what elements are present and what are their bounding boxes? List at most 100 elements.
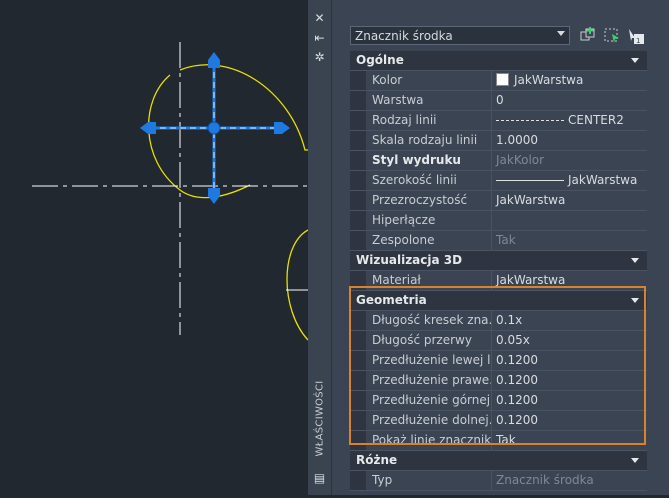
close-icon[interactable]: ✕ <box>308 10 331 26</box>
drawing-canvas[interactable] <box>0 0 309 495</box>
property-value-text: 1.0000 <box>496 133 538 147</box>
property-label: Przedłużenie górnej... <box>366 391 492 410</box>
toggle-pickadd-icon[interactable]: 1 <box>626 26 646 46</box>
row-gutter <box>350 71 366 90</box>
center-grip[interactable] <box>207 121 221 135</box>
property-row[interactable]: Przedłużenie lewej l... 0.1200 <box>350 351 647 371</box>
palette-menu-icon[interactable]: ▤ <box>308 470 331 486</box>
property-row[interactable]: Styl wydruku JakKolor <box>350 151 647 171</box>
section-title: Geometria <box>356 293 427 307</box>
property-value[interactable]: 0.1x <box>492 311 647 330</box>
section-title: Wizualizacja 3D <box>356 253 463 267</box>
property-value[interactable]: JakWarstwa <box>492 271 647 290</box>
linetype-preview <box>496 120 564 121</box>
property-value[interactable]: 0.05x <box>492 331 647 350</box>
property-value-text: JakWarstwa <box>514 73 584 87</box>
object-type-dropdown[interactable]: Znacznik środka <box>350 26 570 45</box>
property-row[interactable]: Przedłużenie dolnej... 0.1200 <box>350 411 647 431</box>
property-value[interactable]: JakWarstwa <box>492 71 647 90</box>
property-row[interactable]: Skala rodzaju linii 1.0000 <box>350 131 647 151</box>
property-value[interactable]: CENTER2 <box>492 111 647 130</box>
property-row[interactable]: Typ Znacznik środka <box>350 471 647 491</box>
property-value[interactable]: JakKolor <box>492 151 647 170</box>
property-value-text: JakWarstwa <box>496 273 566 287</box>
property-label: Długość przerwy <box>366 331 492 350</box>
property-label: Pokaż linie znacznika <box>366 431 492 450</box>
property-row[interactable]: Długość kresek zna... 0.1x <box>350 311 647 331</box>
grip-bottom[interactable] <box>208 188 220 204</box>
property-label: Przedłużenie dolnej... <box>366 411 492 430</box>
row-gutter <box>350 111 366 130</box>
property-value[interactable]: JakWarstwa <box>492 171 647 190</box>
property-row[interactable]: Przezroczystość JakWarstwa <box>350 191 647 211</box>
linetype-preview <box>496 180 564 181</box>
section-title: Ogólne <box>356 53 404 67</box>
property-value[interactable]: Tak <box>492 231 647 250</box>
property-row[interactable]: Przedłużenie górnej... 0.1200 <box>350 391 647 411</box>
property-value-text: CENTER2 <box>568 113 624 127</box>
property-row[interactable]: Materiał JakWarstwa <box>350 271 647 291</box>
property-label: Przedłużenie lewej l... <box>366 351 492 370</box>
object-type-value: Znacznik środka <box>355 29 453 43</box>
property-value[interactable]: Znacznik środka <box>492 471 647 490</box>
color-swatch <box>496 73 509 86</box>
property-value[interactable]: 1.0000 <box>492 131 647 150</box>
add-to-selection-icon[interactable] <box>578 26 598 46</box>
section-header[interactable]: Ogólne <box>350 51 647 71</box>
property-row[interactable]: Długość przerwy 0.05x <box>350 331 647 351</box>
chevron-down-icon[interactable] <box>631 58 639 63</box>
model-space[interactable] <box>0 0 309 495</box>
property-value[interactable]: Tak <box>492 431 647 450</box>
property-row[interactable]: Rodzaj linii CENTER2 <box>350 111 647 131</box>
row-gutter <box>350 371 366 390</box>
section-header[interactable]: Różne <box>350 451 647 471</box>
settings-icon[interactable]: ✲ <box>308 49 331 65</box>
property-row[interactable]: Przedłużenie prawe... 0.1200 <box>350 371 647 391</box>
section-header[interactable]: Wizualizacja 3D <box>350 251 647 271</box>
property-label: Rodzaj linii <box>366 111 492 130</box>
chevron-down-icon[interactable] <box>631 298 639 303</box>
property-row[interactable]: Warstwa 0 <box>350 91 647 111</box>
property-label: Długość kresek zna... <box>366 311 492 330</box>
property-label: Przedłużenie prawe... <box>366 371 492 390</box>
property-label: Zespolone <box>366 231 492 250</box>
chevron-down-icon[interactable] <box>631 458 639 463</box>
secondary-arc[interactable] <box>286 229 309 341</box>
grip-left[interactable] <box>140 122 156 134</box>
scrollbar[interactable] <box>650 51 661 487</box>
pin-icon[interactable]: ⇤ <box>308 30 331 46</box>
property-value[interactable] <box>492 211 647 230</box>
property-row[interactable]: Kolor JakWarstwa <box>350 71 647 91</box>
property-row[interactable]: Szerokość linii JakWarstwa <box>350 171 647 191</box>
grip-right[interactable] <box>274 122 290 134</box>
property-label: Skala rodzaju linii <box>366 131 492 150</box>
property-list: Ogólne Kolor JakWarstwa Warstwa 0 Rodzaj lini… <box>350 51 647 491</box>
property-label: Styl wydruku <box>366 151 492 170</box>
svg-text:1: 1 <box>636 37 640 45</box>
property-row[interactable]: Pokaż linie znacznika Tak <box>350 431 647 451</box>
chevron-down-icon[interactable] <box>631 258 639 263</box>
property-value-text: 0.1200 <box>496 393 538 407</box>
property-label: Typ <box>366 471 492 490</box>
property-value[interactable]: 0.1200 <box>492 391 647 410</box>
property-value[interactable]: 0 <box>492 91 647 110</box>
property-label: Przezroczystość <box>366 191 492 210</box>
property-value[interactable]: 0.1200 <box>492 371 647 390</box>
row-gutter <box>350 471 366 490</box>
property-value[interactable]: JakWarstwa <box>492 191 647 210</box>
section-title: Różne <box>356 453 398 467</box>
row-gutter <box>350 351 366 370</box>
property-value-text: JakKolor <box>496 153 545 167</box>
property-value[interactable]: 0.1200 <box>492 351 647 370</box>
property-label: Warstwa <box>366 91 492 110</box>
section-header[interactable]: Geometria <box>350 291 647 311</box>
property-row[interactable]: Hiperłącze <box>350 211 647 231</box>
property-value-text: Tak <box>496 233 516 247</box>
palette-title: WŁAŚCIWOŚCI <box>314 380 326 457</box>
grip-top[interactable] <box>208 52 220 68</box>
row-gutter <box>350 131 366 150</box>
row-gutter <box>350 151 366 170</box>
quick-select-icon[interactable] <box>602 26 622 46</box>
property-row[interactable]: Zespolone Tak <box>350 231 647 251</box>
property-value[interactable]: 0.1200 <box>492 411 647 430</box>
